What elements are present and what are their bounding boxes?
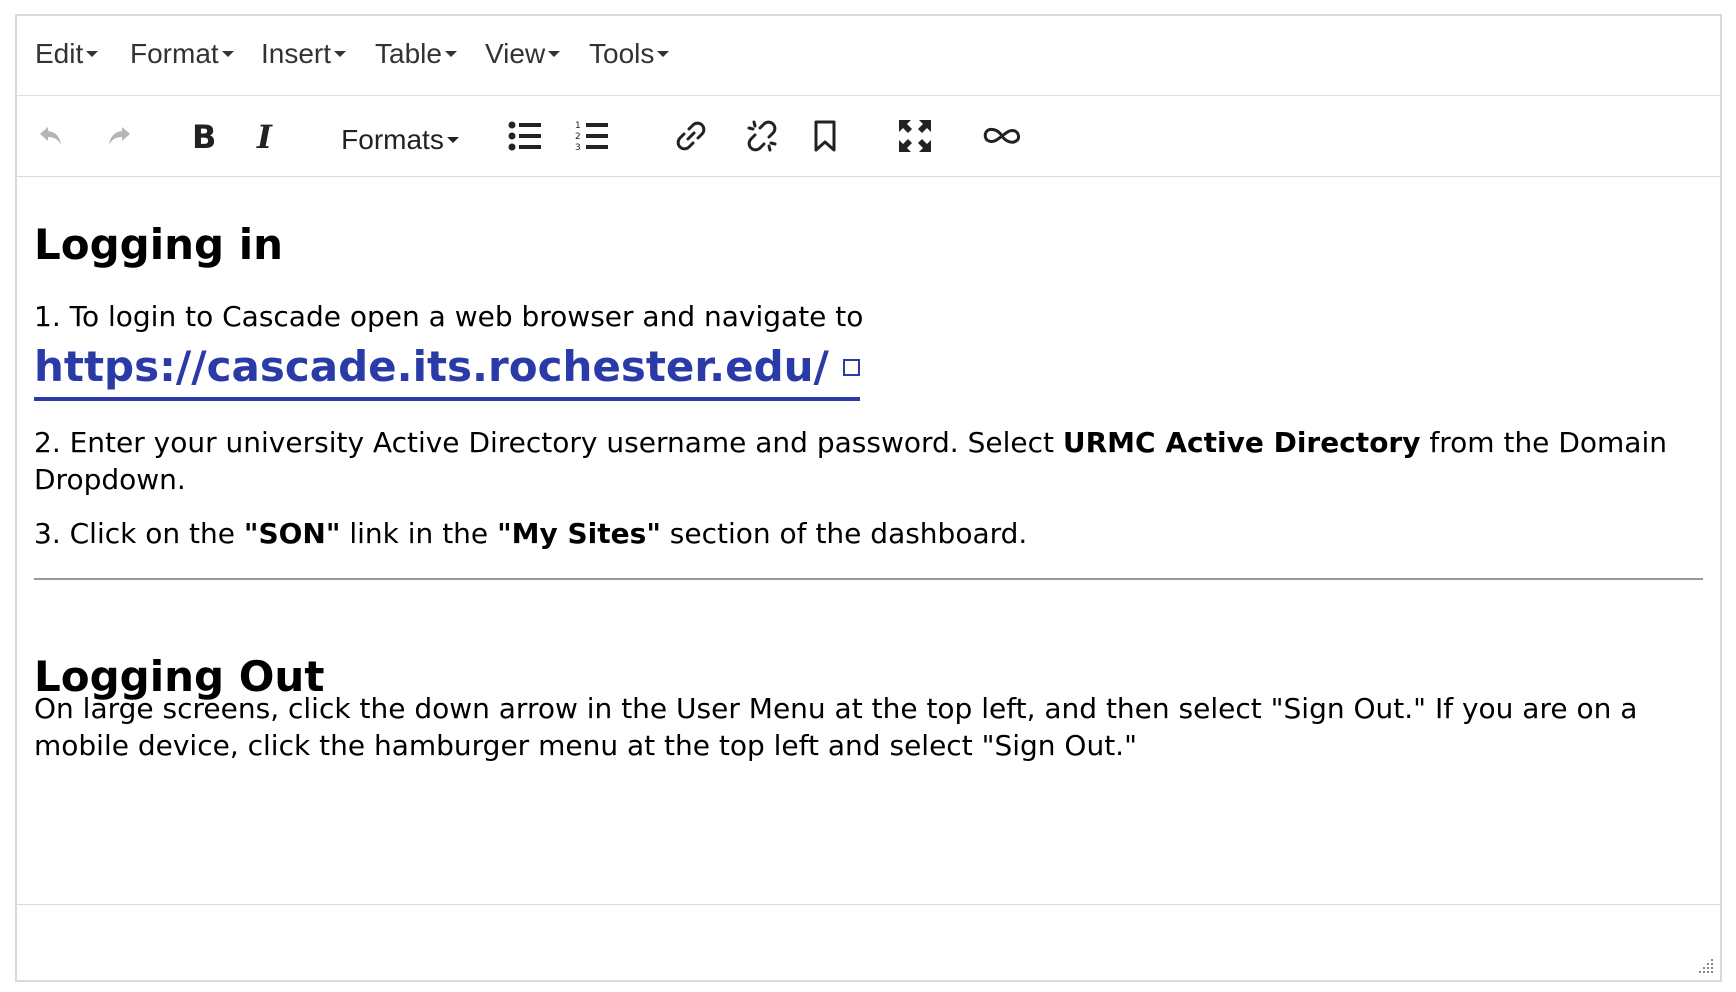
menu-view[interactable]: View [485, 38, 561, 70]
svg-text:I: I [256, 120, 273, 152]
infinity-icon [983, 127, 1020, 144]
cascade-link[interactable]: https://cascade.its.rochester.edu/ [34, 342, 860, 401]
menu-edit[interactable]: Edit [35, 38, 99, 70]
rich-text-editor: Edit Format Insert Table View Tools B I … [15, 14, 1722, 982]
menu-table-label: Table [375, 38, 442, 69]
step-2-prefix: 2. Enter your university Active Director… [34, 426, 1063, 459]
logout-text: On large screens, click the down arrow i… [34, 692, 1638, 762]
status-bar [17, 904, 1720, 980]
bookmark-icon [814, 120, 836, 152]
svg-text:3: 3 [575, 143, 581, 152]
step-3-mid: link in the [340, 517, 498, 550]
redo-button[interactable] [99, 96, 139, 176]
unlink-icon [747, 120, 777, 152]
italic-button[interactable]: I [247, 96, 287, 176]
menu-table[interactable]: Table [375, 38, 457, 70]
numbered-list-icon: 1 2 3 [575, 121, 608, 152]
menu-insert-label: Insert [261, 38, 332, 69]
chevron-down-icon [657, 51, 670, 57]
undo-button[interactable] [31, 96, 71, 176]
step-2-bold: URMC Active Directory [1062, 426, 1421, 459]
redo-icon [109, 127, 130, 145]
bold-button[interactable]: B [182, 96, 222, 176]
step-1-text: 1. To login to Cascade open a web browse… [34, 300, 864, 333]
italic-icon: I [256, 120, 273, 152]
insert-link-button[interactable] [671, 96, 711, 176]
chevron-down-icon [86, 51, 99, 57]
step-3-text: 3. Click on the "SON" link in the "My Si… [34, 515, 1703, 552]
menu-format-label: Format [130, 38, 219, 69]
fullscreen-button[interactable] [895, 96, 935, 176]
formats-label: Formats [341, 124, 444, 155]
cascade-link-text: https://cascade.its.rochester.edu/ [34, 342, 829, 391]
svg-text:B: B [192, 120, 214, 152]
undo-icon [40, 127, 61, 145]
menu-tools[interactable]: Tools [589, 38, 670, 70]
chevron-down-icon [334, 51, 347, 57]
menu-edit-label: Edit [35, 38, 84, 69]
fullscreen-icon [899, 120, 931, 152]
bookmark-button[interactable] [805, 96, 845, 176]
unlink-button[interactable] [742, 96, 782, 176]
external-link-icon [842, 359, 860, 376]
toolbar: B I Formats 1 2 3 [17, 96, 1720, 177]
step-1-link-line: https://cascade.its.rochester.edu/ [34, 342, 860, 401]
chevron-down-icon [548, 51, 561, 57]
svg-text:2: 2 [575, 132, 581, 142]
menu-format[interactable]: Format [130, 38, 234, 70]
chevron-down-icon [446, 137, 459, 143]
step-3-prefix: 3. Click on the [34, 517, 244, 550]
numbered-list-button[interactable]: 1 2 3 [572, 96, 612, 176]
chevron-down-icon [221, 51, 234, 57]
bullet-list-button[interactable] [505, 96, 545, 176]
menubar: Edit Format Insert Table View Tools [17, 16, 1720, 96]
step-2-text: 2. Enter your university Active Director… [34, 424, 1703, 498]
step-3-suffix: section of the dashboard. [660, 517, 1028, 550]
menu-view-label: View [485, 38, 546, 69]
svg-text:1: 1 [575, 121, 581, 131]
bullet-list-icon [508, 121, 541, 151]
heading-logging-in: Logging in [34, 220, 284, 269]
resize-handle-icon[interactable] [1698, 958, 1714, 974]
chevron-down-icon [444, 51, 457, 57]
link-icon [676, 121, 706, 151]
step-3-son: "SON" [243, 517, 341, 550]
formats-dropdown[interactable]: Formats [335, 100, 465, 180]
step-3-my-sites: "My Sites" [497, 517, 661, 550]
horizontal-rule [34, 578, 1703, 580]
menu-insert[interactable]: Insert [261, 38, 347, 70]
infinity-button[interactable] [977, 96, 1027, 176]
bold-icon: B [192, 120, 214, 152]
menu-tools-label: Tools [589, 38, 655, 69]
